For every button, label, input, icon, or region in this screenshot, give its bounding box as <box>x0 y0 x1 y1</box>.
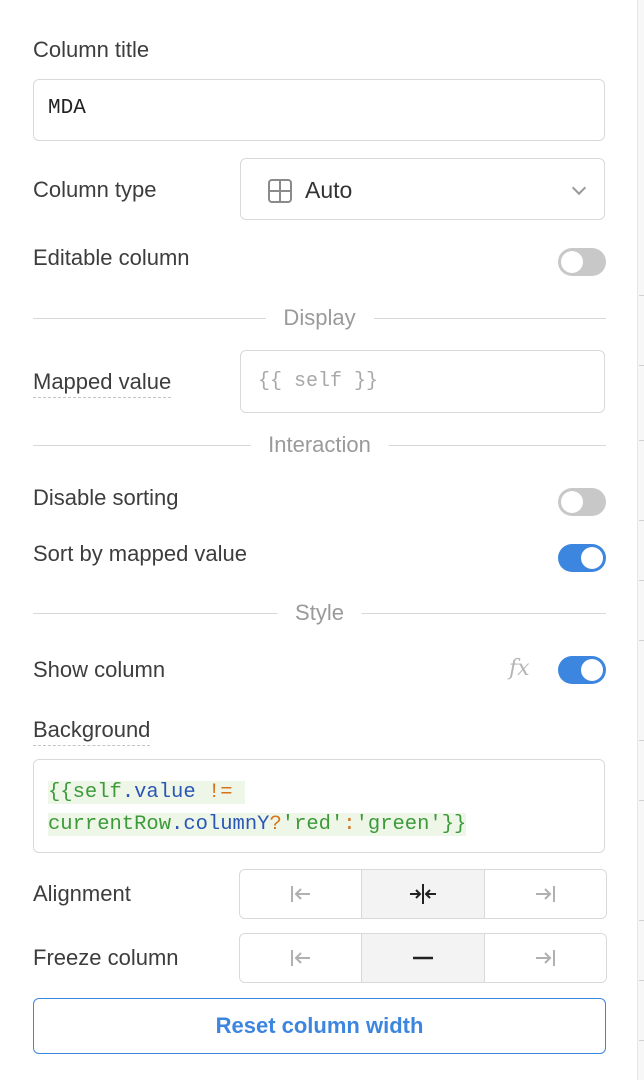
style-section-title: Style <box>277 600 362 626</box>
freeze-left-option[interactable] <box>240 934 363 982</box>
edge-tick <box>639 1040 644 1041</box>
freeze-none-option[interactable] <box>362 934 485 982</box>
code-red: 'red' <box>281 813 344 836</box>
chevron-down-icon <box>571 180 587 196</box>
mapped-value-input[interactable]: {{ self }} <box>240 350 605 413</box>
alignment-label: Alignment <box>33 881 131 906</box>
edge-tick <box>639 295 644 296</box>
disable-sorting-label: Disable sorting <box>33 485 179 510</box>
freeze-left-icon <box>290 950 310 966</box>
column-settings-panel: Column title MDA Column type Auto Editab… <box>0 0 638 1080</box>
column-title-input[interactable]: MDA <box>33 79 605 141</box>
column-type-value: Auto <box>305 177 353 203</box>
code-open-braces: {{ <box>48 781 73 804</box>
code-question: ? <box>269 813 282 836</box>
align-center-option[interactable] <box>362 870 485 918</box>
sort-by-mapped-label: Sort by mapped value <box>33 541 248 566</box>
grid-icon <box>268 179 292 203</box>
code-value-prop: .value <box>121 781 196 804</box>
edge-tick <box>639 640 644 641</box>
fx-icon[interactable]: fx <box>509 656 530 681</box>
edge-tick <box>639 800 644 801</box>
edge-tick <box>639 520 644 521</box>
align-left-option[interactable] <box>240 870 363 918</box>
align-right-option[interactable] <box>484 870 606 918</box>
code-column-prop: .columnY <box>171 813 270 836</box>
freeze-right-option[interactable] <box>484 934 606 982</box>
freeze-none-icon <box>412 956 433 960</box>
show-column-toggle[interactable] <box>558 656 606 684</box>
editable-column-label: Editable column <box>33 245 190 270</box>
code-self: self <box>72 781 122 804</box>
interaction-divider: Interaction <box>33 432 606 458</box>
show-column-label: Show column <box>33 657 166 682</box>
align-left-icon <box>290 886 310 902</box>
edge-tick <box>639 980 644 981</box>
column-type-select[interactable]: Auto <box>240 158 605 220</box>
align-right-icon <box>536 886 556 902</box>
freeze-column-segmented-control <box>239 933 607 983</box>
style-divider: Style <box>33 600 606 626</box>
interaction-section-title: Interaction <box>250 432 389 458</box>
code-colon: : <box>343 813 356 836</box>
code-line-1: {{self.value != <box>48 777 590 809</box>
code-green: 'green' <box>355 813 442 836</box>
code-neq: != <box>195 781 233 804</box>
background-code-editor[interactable]: {{self.value != currentRow.columnY?'red'… <box>33 759 605 853</box>
background-label: Background <box>33 717 151 746</box>
editable-column-toggle[interactable] <box>558 248 606 276</box>
freeze-right-icon <box>536 950 556 966</box>
code-close-braces: }} <box>441 813 467 836</box>
background-table-edge <box>638 0 644 1080</box>
align-center-icon <box>409 884 436 904</box>
edge-tick <box>639 920 644 921</box>
edge-tick <box>639 580 644 581</box>
column-title-label: Column title <box>33 37 150 62</box>
column-type-label: Column type <box>33 177 157 202</box>
display-section-title: Display <box>265 305 374 331</box>
sort-by-mapped-toggle[interactable] <box>558 544 606 572</box>
disable-sorting-toggle[interactable] <box>558 488 606 516</box>
edge-tick <box>639 365 644 366</box>
edge-tick <box>639 440 644 441</box>
freeze-column-label: Freeze column <box>33 945 179 970</box>
code-current-row: currentRow <box>48 813 172 836</box>
edge-tick <box>639 740 644 741</box>
code-line-2: currentRow.columnY?'red':'green'}} <box>48 809 590 841</box>
alignment-segmented-control <box>239 869 607 919</box>
reset-column-width-button[interactable]: Reset column width <box>33 998 606 1054</box>
mapped-value-label: Mapped value <box>33 369 172 398</box>
display-divider: Display <box>33 305 606 331</box>
